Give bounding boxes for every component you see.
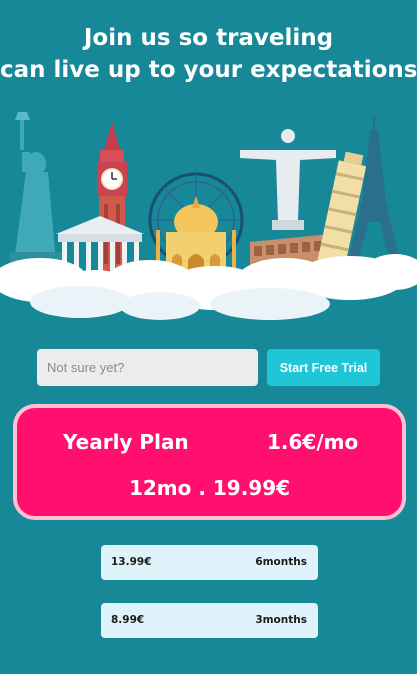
travel-landmarks-illustration: [0, 112, 417, 320]
plan-option-duration: 6months: [255, 556, 307, 568]
headline-line-1: Join us so traveling: [83, 25, 334, 51]
headline-line-2: can live up to your expectations!: [0, 57, 417, 83]
email-input[interactable]: [37, 349, 258, 386]
plan-option-3months[interactable]: 8.99€ 3months: [101, 603, 318, 638]
plan-option-6months[interactable]: 13.99€ 6months: [101, 545, 318, 580]
yearly-plan-name: Yearly Plan: [63, 430, 189, 454]
yearly-plan-monthly-rate: 1.6€/mo: [267, 430, 359, 454]
plan-option-price: 8.99€: [111, 614, 145, 626]
start-free-trial-button[interactable]: Start Free Trial: [267, 349, 380, 386]
yearly-plan-total: 12mo . 19.99€: [128, 476, 291, 500]
yearly-plan-card[interactable]: Yearly Plan 1.6€/mo 12mo . 19.99€: [13, 404, 406, 520]
christ-the-redeemer: [240, 129, 336, 230]
plan-option-duration: 3months: [255, 614, 307, 626]
statue-of-liberty: [10, 112, 64, 266]
plan-option-price: 13.99€: [111, 556, 152, 568]
paywall-screen: Join us so traveling can live up to your…: [0, 0, 417, 674]
headline: Join us so traveling can live up to your…: [0, 22, 417, 86]
